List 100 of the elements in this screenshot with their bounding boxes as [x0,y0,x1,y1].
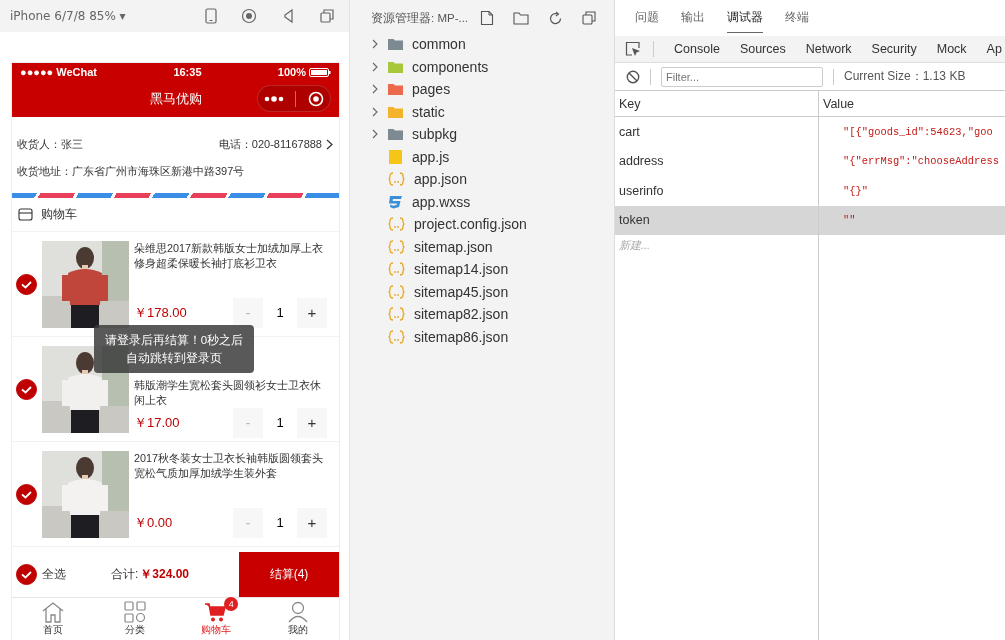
product-title[interactable]: 2017秋冬装女士卫衣长袖韩版圆领套头宽松气质加厚加绒学生装外套 [134,450,327,481]
panel-tab[interactable]: 输出 [681,3,705,33]
devtools-tab[interactable]: Security [871,42,917,56]
file-tree-item[interactable]: pages [350,78,614,101]
device-selector[interactable]: iPhone 6/7/8 85% ▾ [10,9,126,23]
tab-bar-item[interactable]: 4 购物车 [175,598,258,640]
chevron-right-icon [372,61,378,72]
quantity-field[interactable]: 1 [263,297,297,328]
page-title: 黑马优购 [149,90,202,108]
storage-row[interactable]: address "{"errMsg":"chooseAddress [615,146,1005,176]
collapse-icon[interactable] [582,11,596,25]
file-tree-item[interactable]: sitemap45.json [350,280,614,303]
select-all-label: 全选 [42,566,66,583]
checkout-button[interactable]: 结算(4) [239,552,339,597]
clear-icon[interactable] [626,69,640,84]
filter-field[interactable]: Filter... [661,66,823,87]
file-tree-item[interactable]: static [350,100,614,123]
file-tree-item[interactable]: components [350,55,614,78]
inspect-icon[interactable] [625,41,641,57]
product-price: ￥0.00 [134,513,173,532]
category-icon [123,601,146,623]
user-icon [287,601,310,623]
chevron-right-icon [326,139,333,150]
phone-text: 电话：020-81167888 [218,137,322,152]
carrier: ●●●●● WeChat [20,66,98,78]
product-price: ￥17.00 [134,413,180,432]
total-label: 合计: [111,566,139,583]
file-tree-item[interactable]: project.config.json [350,213,614,236]
key-cell: cart [619,124,640,139]
panel-tab[interactable]: 问题 [635,3,659,33]
new-folder-icon[interactable] [513,11,529,25]
windows-icon[interactable] [319,8,335,24]
column-header: Key [615,91,819,116]
file-tree-item[interactable]: app.json [350,168,614,191]
key-cell: address [619,154,664,169]
shop-icon [18,208,33,221]
toast-message: 请登录后再结算！0秒之后自动跳转到登录页 [94,325,254,373]
storage-row[interactable]: userinfo "{}" [615,176,1005,206]
quantity-field[interactable]: 1 [263,407,297,438]
file-tree-item[interactable]: sitemap86.json [350,325,614,348]
devtools-tab[interactable]: Mock [936,42,967,56]
key-cell: userinfo [619,183,664,198]
total-amount: ￥324.00 [140,566,190,583]
braces-icon [388,217,405,232]
column-header: Value [822,95,856,113]
product-title[interactable]: 朵维思2017新款韩版女士加绒加厚上衣修身超柔保暖长袖打底衫卫衣 [134,240,327,271]
refresh-icon[interactable] [548,10,563,26]
storage-row[interactable]: token "" [615,205,1005,235]
file-tree-item[interactable]: common [350,33,614,56]
panel-tab[interactable]: 调试器 [727,3,763,33]
explorer-title: 资源管理器: MP-... [371,10,469,26]
checkbox[interactable] [16,378,37,400]
css-file-icon [388,194,403,209]
file-tree-item[interactable]: app.wxss [350,190,614,213]
address-text: 收货地址：广东省广州市海珠区新港中路397号 [17,164,246,179]
braces-icon [388,329,405,344]
file-tree-item[interactable]: app.js [350,145,614,168]
key-cell: token [619,213,650,228]
value-cell: "[{"goods_id":54623,"goo [843,125,993,138]
devtools-tab[interactable]: Console [674,42,720,56]
value-cell: "" [843,214,856,227]
checkbox[interactable] [16,483,37,505]
home-icon [40,601,65,623]
product-title[interactable]: 韩版潮学生宽松套头圆领衫女士卫衣休闲上衣 [134,377,327,408]
new-file-icon[interactable] [480,10,494,26]
battery-icon [309,67,331,77]
storage-size: Current Size：1.13 KB [844,68,966,85]
braces-icon [388,284,405,299]
chevron-right-icon [372,129,378,140]
value-cell: "{}" [843,184,868,197]
panel-tab[interactable]: 终端 [785,3,809,33]
file-tree-item[interactable]: sitemap82.json [350,303,614,326]
cart-title: 购物车 [41,206,77,223]
braces-icon [388,239,405,254]
file-tree-item[interactable]: subpkg [350,123,614,146]
product-price: ￥178.00 [134,303,187,322]
tab-bar-item[interactable]: 分类 [93,598,176,640]
value-cell: "{"errMsg":"chooseAddress [843,155,999,168]
phone-icon[interactable] [205,8,217,24]
capsule-button[interactable] [257,85,331,112]
chevron-right-icon [372,39,378,50]
file-tree-item[interactable]: sitemap14.json [350,258,614,281]
storage-row[interactable]: cart "[{"goods_id":54623,"goo [615,117,1005,147]
receiver-text: 收货人：张三 [17,137,83,152]
more-icon[interactable] [263,95,284,102]
devtools-tab[interactable]: Network [805,42,852,56]
chevron-right-icon [372,106,378,117]
address-card[interactable]: 收货人：张三 电话：020-81167888 收货地址：广东省广州市海珠区新港中路397号 [12,117,339,193]
devtools-tab[interactable]: Sources [739,42,786,56]
tab-bar-item[interactable]: 首页 [12,598,94,640]
checkbox[interactable] [16,273,37,295]
quantity-field[interactable]: 1 [263,507,297,538]
js-file-icon [388,149,403,164]
chevron-right-icon [372,84,378,95]
devtools-tab[interactable]: Ap [986,42,1002,56]
file-tree-item[interactable]: sitemap.json [350,235,614,258]
battery-level: 100% [277,66,306,78]
braces-icon [388,172,405,187]
select-all-checkbox[interactable] [16,564,37,585]
tab-bar-item[interactable]: 我的 [257,598,339,640]
